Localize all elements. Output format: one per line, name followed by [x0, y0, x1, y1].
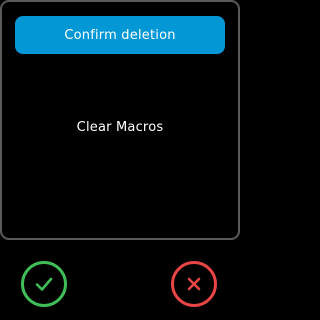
confirm-deletion-screen: Confirm deletion Clear Macros	[0, 0, 240, 320]
cancel-button[interactable]	[171, 261, 217, 307]
checkmark-icon	[35, 277, 53, 291]
close-icon	[187, 277, 201, 291]
dialog-message: Clear Macros	[76, 120, 164, 135]
confirm-button[interactable]	[21, 261, 67, 307]
dialog-title: Confirm deletion	[15, 16, 225, 54]
confirm-dialog: Confirm deletion Clear Macros	[0, 0, 240, 240]
